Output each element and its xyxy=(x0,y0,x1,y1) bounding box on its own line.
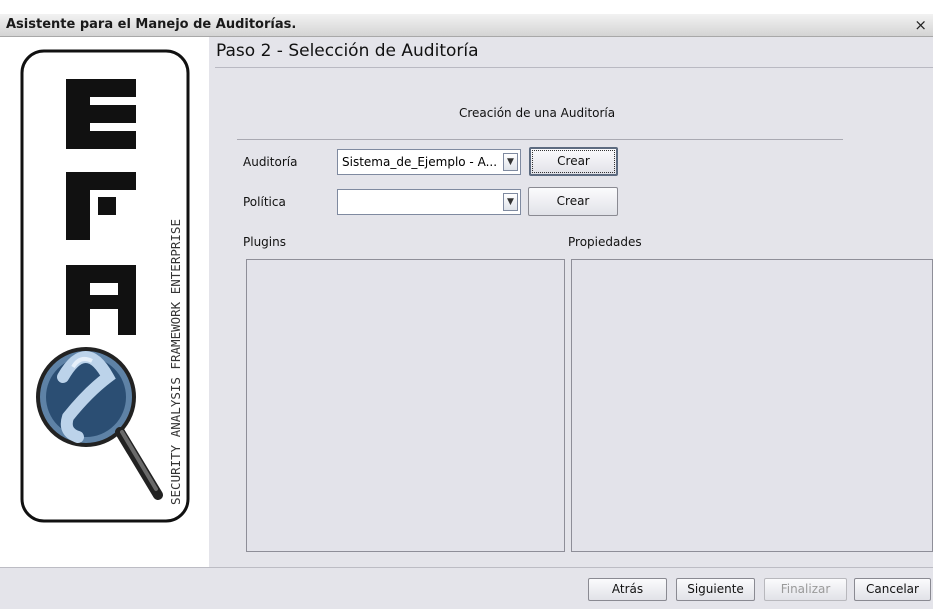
cancel-button[interactable]: Cancelar xyxy=(854,578,931,601)
section-title: Creación de una Auditoría xyxy=(459,106,616,120)
chevron-down-icon[interactable]: ▼ xyxy=(503,193,518,211)
bottom-bar: Atrás Siguiente Finalizar Cancelar xyxy=(0,567,933,609)
audit-select[interactable]: Sistema_de_Ejemplo - A... ▼ xyxy=(337,149,521,175)
step-title: Paso 2 - Selección de Auditoría xyxy=(216,41,479,61)
logo-letter-e xyxy=(66,79,136,149)
properties-list[interactable] xyxy=(571,259,933,552)
create-policy-button[interactable]: Crear xyxy=(528,187,618,216)
window-title: Asistente para el Manejo de Auditorías. xyxy=(6,17,297,32)
audit-select-value: Sistema_de_Ejemplo - A... xyxy=(342,155,498,169)
plugins-list[interactable] xyxy=(246,259,565,552)
title-bar: Asistente para el Manejo de Auditorías. … xyxy=(0,14,933,37)
logo-tagline: SECURITY ANALYSIS FRAMEWORK ENTERPRISE xyxy=(168,219,183,505)
policy-label: Política xyxy=(243,195,286,209)
chevron-down-icon[interactable]: ▼ xyxy=(503,153,518,171)
audit-label: Auditoría xyxy=(243,155,298,169)
next-button[interactable]: Siguiente xyxy=(676,578,755,601)
divider xyxy=(237,139,843,140)
create-audit-button[interactable]: Crear xyxy=(529,147,618,176)
content-panel: Paso 2 - Selección de Auditoría Creación… xyxy=(209,37,933,567)
plugins-label: Plugins xyxy=(243,235,286,249)
divider xyxy=(215,67,933,68)
safe-logo: SECURITY ANALYSIS FRAMEWORK ENTERPRISE xyxy=(20,49,190,523)
close-icon[interactable]: × xyxy=(914,16,927,34)
properties-label: Propiedades xyxy=(568,235,642,249)
finish-button[interactable]: Finalizar xyxy=(764,578,847,601)
back-button[interactable]: Atrás xyxy=(588,578,667,601)
policy-select[interactable]: ▼ xyxy=(337,189,521,215)
logo-panel: SECURITY ANALYSIS FRAMEWORK ENTERPRISE xyxy=(8,37,209,567)
